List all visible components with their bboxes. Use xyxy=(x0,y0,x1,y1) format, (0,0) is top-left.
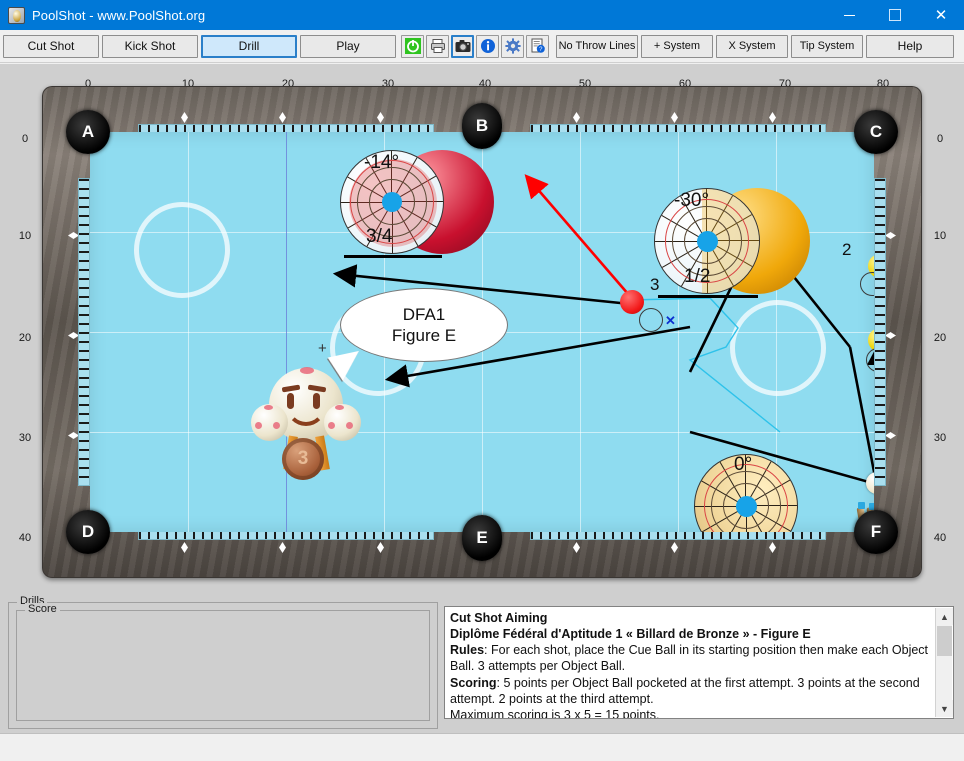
cue-tip-icon xyxy=(858,502,865,509)
gear-icon[interactable] xyxy=(501,34,524,58)
pocket-f[interactable]: F xyxy=(854,510,898,554)
rules-label: Rules xyxy=(450,643,485,658)
left-scale-20: 20 xyxy=(18,332,32,344)
printer-icon[interactable] xyxy=(426,34,449,58)
mascot-spot xyxy=(335,405,344,410)
pool-table-area[interactable]: 0 10 20 30 40 50 60 70 80 0 10 20 30 40 … xyxy=(0,64,964,594)
ruler-right xyxy=(874,178,886,486)
maximize-button[interactable] xyxy=(872,0,918,30)
app-logo-icon xyxy=(8,6,25,24)
scroll-down-button[interactable]: ▼ xyxy=(936,700,953,717)
left-scale-30: 30 xyxy=(18,432,32,444)
speech-bubble: DFA1 Figure E xyxy=(340,288,508,362)
object-ball-3[interactable] xyxy=(620,290,644,314)
button-x-system[interactable]: X System xyxy=(716,34,788,58)
window-titlebar: PoolShot - www.PoolShot.org ✕ xyxy=(0,0,964,30)
mascot-figure: 3 xyxy=(250,354,362,482)
mascot-spot xyxy=(264,405,273,410)
left-scale-10: 10 xyxy=(18,230,32,242)
aim-diagram-1: -14° 3/4 xyxy=(332,142,508,262)
scroll-up-button[interactable]: ▲ xyxy=(936,608,953,625)
mascot-spot xyxy=(328,422,335,429)
description-scrollbar[interactable]: ▲ ▼ xyxy=(935,608,953,717)
tab-kick-shot[interactable]: Kick Shot xyxy=(102,34,198,58)
score-groupbox: Score xyxy=(16,603,430,721)
ruler-left xyxy=(78,178,90,486)
pocket-b[interactable]: B xyxy=(462,103,502,149)
pocket-a[interactable]: A xyxy=(66,110,110,154)
button-plus-system[interactable]: + System xyxy=(641,34,713,58)
button-help[interactable]: Help xyxy=(866,34,954,58)
right-scale-20: 20 xyxy=(933,332,947,344)
aim-angle-label: -14° xyxy=(364,152,400,173)
left-scale-0: 0 xyxy=(21,133,29,145)
aim-diagram-2: -30° 1/2 xyxy=(648,180,828,302)
power-icon[interactable] xyxy=(401,34,424,58)
object-ball-2-label: 2 xyxy=(842,240,852,259)
close-button[interactable]: ✕ xyxy=(918,0,964,30)
toolbar-icon-group: ? xyxy=(401,34,551,58)
mascot-spot xyxy=(300,367,314,374)
scrollbar-thumb[interactable] xyxy=(937,626,952,656)
document-help-icon[interactable]: ? xyxy=(526,34,549,58)
tab-drill[interactable]: Drill xyxy=(201,34,297,58)
right-scale-30: 30 xyxy=(933,432,947,444)
aim-angle-label: 0° xyxy=(734,454,753,475)
description-text: Cut Shot Aiming Diplôme Fédéral d'Aptitu… xyxy=(450,610,933,719)
description-panel[interactable]: Cut Shot Aiming Diplôme Fédéral d'Aptitu… xyxy=(444,606,954,719)
pool-table[interactable]: + ✕ -14° 3/4 -30° 1/2 0° 3 2 DFA1 Figure… xyxy=(42,86,922,578)
tab-play[interactable]: Play xyxy=(300,34,396,58)
aim-angle-label: -30° xyxy=(674,190,710,211)
bronze-medal: 3 xyxy=(282,438,324,480)
scoring-label: Scoring xyxy=(450,675,497,690)
button-tip-system[interactable]: Tip System xyxy=(791,34,863,58)
speech-bubble-text: DFA1 Figure E xyxy=(392,304,456,347)
ghost-ball-outline xyxy=(639,308,663,332)
speech-bubble-line1: DFA1 xyxy=(402,304,446,324)
pocket-c[interactable]: C xyxy=(854,110,898,154)
description-title: Cut Shot Aiming xyxy=(450,611,548,625)
rules-text: : For each shot, place the Cue Ball in i… xyxy=(450,643,929,674)
max-scoring-text: Maximum scoring is 3 x 5 = 15 points. xyxy=(450,707,660,719)
window-controls: ✕ xyxy=(826,0,964,30)
speech-bubble-line2: Figure E xyxy=(391,326,457,345)
mascot-spot xyxy=(346,422,353,429)
protractor-center xyxy=(382,192,402,212)
right-scale-10: 10 xyxy=(933,230,947,242)
right-scale-0: 0 xyxy=(936,133,944,145)
right-scale-40: 40 xyxy=(933,532,947,544)
info-icon[interactable] xyxy=(476,34,499,58)
protractor-center xyxy=(697,231,718,252)
bottom-panel: Drills Score 1 2 3 4 5 Name DFA1-E Date … xyxy=(0,594,964,761)
aim-baseline xyxy=(658,295,758,298)
aim-fraction-label: 1/2 xyxy=(684,266,711,287)
left-scale-40: 40 xyxy=(18,532,32,544)
aim-diagram-3: 0° Full Ball xyxy=(686,448,826,532)
scoring-text: : 5 points per Object Ball pocketed at t… xyxy=(450,675,920,706)
score-group-label: Score xyxy=(25,603,60,615)
description-subtitle: Diplôme Fédéral d'Aptitude 1 « Billard d… xyxy=(450,627,811,642)
minimize-button[interactable] xyxy=(826,0,872,30)
aim-fraction-label: 3/4 xyxy=(366,226,393,247)
pocket-e[interactable]: E xyxy=(462,515,502,561)
main-toolbar: Cut Shot Kick Shot Drill Play ? No Throw… xyxy=(0,30,964,63)
camera-icon[interactable] xyxy=(451,34,474,58)
pocket-d[interactable]: D xyxy=(66,510,110,554)
cue-tip-icon xyxy=(869,503,874,510)
object-ball-3-label: 3 xyxy=(650,275,660,294)
window-title: PoolShot - www.PoolShot.org xyxy=(32,7,206,23)
mascot-spot xyxy=(255,422,262,429)
medal-number: 3 xyxy=(297,448,309,469)
protractor-center xyxy=(736,496,757,517)
table-felt[interactable]: + ✕ -14° 3/4 -30° 1/2 0° 3 2 DFA1 Figure… xyxy=(90,132,874,532)
status-bar xyxy=(0,733,964,761)
button-no-throw-lines[interactable]: No Throw Lines xyxy=(556,34,638,58)
tab-cut-shot[interactable]: Cut Shot xyxy=(3,34,99,58)
mascot-spot xyxy=(273,422,280,429)
aim-baseline xyxy=(344,255,442,258)
